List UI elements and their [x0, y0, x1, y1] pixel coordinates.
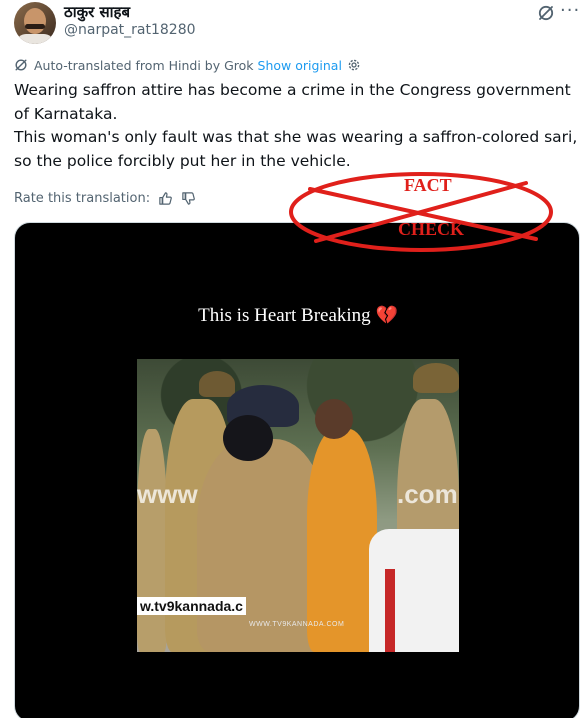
- fact-word: FACT: [404, 175, 452, 195]
- fact-check-stamp: FACT CHECK: [288, 171, 556, 257]
- video-caption: This is Heart Breaking 💔: [15, 305, 579, 327]
- rate-translation: Rate this translation:: [14, 189, 196, 207]
- woman-saffron-sari: [307, 429, 377, 652]
- avatar[interactable]: [14, 2, 56, 44]
- video-caption-text: This is Heart Breaking: [198, 305, 371, 326]
- officer-cap: [199, 371, 235, 397]
- officer-right-cap: [413, 363, 459, 393]
- officer-left: [137, 429, 167, 652]
- red-stripe: [385, 569, 395, 652]
- tweet-line: This woman's only fault was that she was…: [14, 128, 578, 146]
- avatar-shirt: [16, 34, 54, 44]
- avatar-mustache: [25, 24, 45, 29]
- translation-notice: Auto-translated from Hindi by Grok Show …: [14, 56, 361, 74]
- grok-slash-icon[interactable]: [537, 4, 555, 22]
- woman-head: [315, 399, 353, 439]
- broken-heart-icon: 💔: [375, 305, 398, 325]
- video-frame[interactable]: www .com w.tv9kannada.c WWW.TV9KANNADA.C…: [137, 359, 459, 652]
- rate-translation-label: Rate this translation:: [14, 190, 151, 206]
- tweet-line: so the police forcibly put her in the ve…: [14, 151, 351, 170]
- avatar-face: [24, 8, 46, 34]
- tweet-header: ठाकुर साहब @narpat_rat18280 ···: [0, 0, 586, 52]
- translation-notice-text: Auto-translated from Hindi by Grok: [34, 57, 254, 73]
- thumbs-up-icon[interactable]: [158, 191, 173, 206]
- video-media[interactable]: This is Heart Breaking 💔 www .com w.tv9k…: [14, 222, 580, 718]
- gear-icon[interactable]: [347, 58, 361, 72]
- tweet-text: Wearing saffron attire has become a crim…: [14, 79, 580, 173]
- source-url-tag: w.tv9kannada.c: [137, 597, 246, 615]
- watermark-right: .com: [397, 479, 458, 509]
- tweet-line: Wearing saffron attire has become a crim…: [14, 81, 571, 99]
- author-display-name[interactable]: ठाकुर साहब: [64, 2, 130, 22]
- tweet-line: of Karnataka.: [14, 104, 118, 123]
- white-object: [369, 529, 459, 652]
- more-dots-icon[interactable]: ···: [560, 2, 580, 20]
- author-handle[interactable]: @narpat_rat18280: [64, 22, 196, 38]
- watermark-left: www: [137, 479, 198, 509]
- thumbs-down-icon[interactable]: [181, 191, 196, 206]
- check-word: CHECK: [398, 219, 465, 239]
- grok-small-icon: [15, 59, 27, 71]
- small-source-tag: WWW.TV9KANNADA.COM: [249, 621, 345, 628]
- show-original-link[interactable]: Show original: [258, 58, 342, 73]
- policewoman-hair: [223, 415, 273, 461]
